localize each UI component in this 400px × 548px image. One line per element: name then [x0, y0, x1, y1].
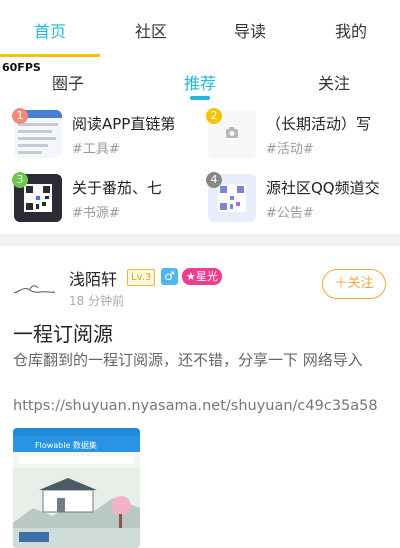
tab-guide[interactable]: 导读	[234, 18, 266, 42]
avatar[interactable]	[12, 265, 56, 309]
active-tab-indicator	[0, 54, 100, 57]
post-title[interactable]: 一程订阅源	[13, 318, 113, 347]
level-badge: Lv.3	[127, 269, 156, 286]
tab-community[interactable]: 社区	[135, 18, 167, 42]
section-divider	[0, 234, 400, 246]
post-time: 18 分钟前	[69, 294, 125, 308]
featured-item[interactable]: 3 关于番茄、七 #书源#	[12, 172, 204, 228]
tab-mine[interactable]: 我的	[335, 18, 367, 42]
post-body[interactable]: 仓库翻到的一程订阅源，还不错，分享一下 网络导入	[13, 348, 391, 372]
featured-tag: #书源#	[72, 206, 120, 221]
tab-home[interactable]: 首页	[34, 18, 66, 42]
featured-tag: #工具#	[72, 142, 120, 157]
featured-item[interactable]: 4 源社区QQ频道交 #公告#	[206, 172, 398, 228]
featured-tag: #活动#	[266, 142, 314, 157]
post-link[interactable]: https://shuyuan.nyasama.net/shuyuan/c49c…	[13, 398, 398, 414]
post-image[interactable]: Flowable 数据集	[13, 428, 140, 548]
rank-badge: 4	[206, 172, 222, 188]
rank-badge: 2	[206, 108, 222, 124]
star-badge: ★星光	[182, 268, 222, 285]
rank-badge: 1	[12, 108, 28, 124]
rank-badge: 3	[12, 172, 28, 188]
subtab-indicator	[190, 96, 210, 100]
subtab-recommend[interactable]: 推荐	[184, 70, 216, 94]
top-tab-bar: 首页 社区 导读 我的	[0, 0, 400, 58]
subtab-follow[interactable]: 关注	[318, 70, 350, 94]
featured-title: 源社区QQ频道交	[266, 179, 380, 197]
subtab-circle[interactable]: 圈子	[52, 70, 84, 94]
featured-item[interactable]: 1 阅读APP直链第 #工具#	[12, 108, 204, 164]
handdrawn-avatar-icon	[13, 285, 56, 294]
follow-button[interactable]: ＋关注	[322, 269, 386, 299]
author-name[interactable]: 浅陌轩	[69, 266, 117, 290]
featured-title: 阅读APP直链第	[72, 115, 176, 133]
fps-counter: 60FPS	[2, 61, 41, 74]
featured-item[interactable]: 2 （长期活动）写 #活动#	[206, 108, 398, 164]
male-icon: ♂	[161, 268, 178, 285]
featured-tag: #公告#	[266, 206, 314, 221]
svg-text:Flowable 数据集: Flowable 数据集	[35, 440, 97, 450]
featured-title: （长期活动）写	[266, 115, 372, 133]
featured-title: 关于番茄、七	[72, 179, 163, 197]
